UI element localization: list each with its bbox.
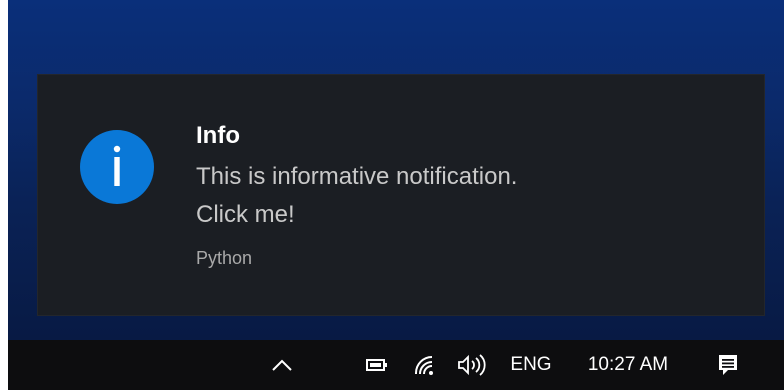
notification-title: Info [196,122,240,149]
toast-notification[interactable]: Info This is informative notification. C… [38,75,764,315]
chevron-up-icon[interactable] [264,340,300,390]
info-icon [80,130,154,204]
notification-message: This is informative notification. [196,163,518,190]
battery-icon[interactable] [360,340,394,390]
language-indicator[interactable]: ENG [502,340,560,390]
taskbar: ENG 10:27 AM [8,340,784,390]
clock[interactable]: 10:27 AM [578,340,678,390]
wifi-icon[interactable] [408,340,442,390]
window-edge [0,0,8,390]
notification-message-line2: Click me! [196,201,295,228]
volume-icon[interactable] [452,340,492,390]
notification-source: Python [196,248,253,268]
action-center-icon[interactable] [710,340,746,390]
